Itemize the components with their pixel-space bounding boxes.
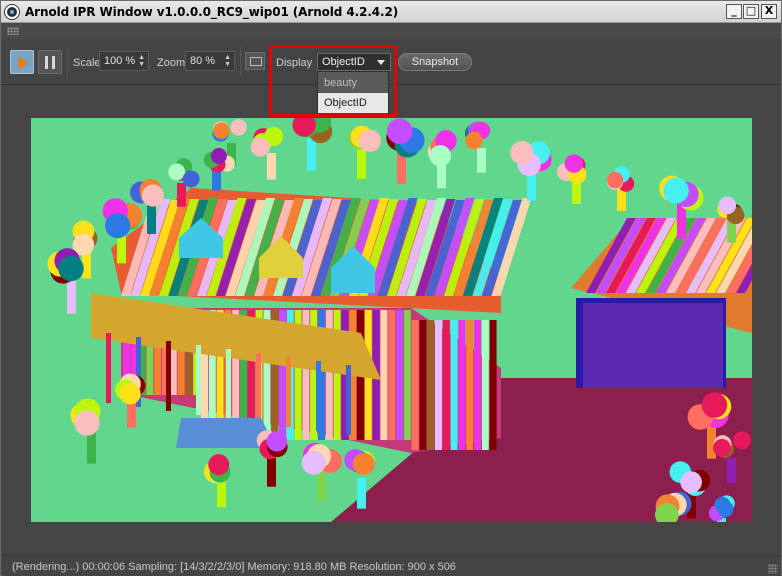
render-status-text: (Rendering...) 00:00:06 Sampling: [14/3/… xyxy=(12,561,456,573)
zoom-value: 80 % xyxy=(190,55,216,67)
snapshot-button[interactable]: Snapshot xyxy=(398,53,472,71)
arnold-logo-icon xyxy=(5,5,19,19)
resize-grip-icon[interactable] xyxy=(768,564,778,574)
window-title: Arnold IPR Window v1.0.0.0_RC9_wip01 (Ar… xyxy=(25,5,399,19)
display-select[interactable]: ObjectID xyxy=(317,53,391,71)
display-selected-value: ObjectID xyxy=(322,56,365,68)
display-region-icon[interactable] xyxy=(245,52,265,70)
scale-label: Scale xyxy=(73,57,101,69)
status-bar: (Rendering...) 00:00:06 Sampling: [14/3/… xyxy=(2,555,781,576)
minimize-button[interactable]: _ xyxy=(726,4,742,19)
play-icon xyxy=(18,56,29,70)
pause-icon-bar xyxy=(52,56,55,69)
title-bar[interactable]: Arnold IPR Window v1.0.0.0_RC9_wip01 (Ar… xyxy=(1,1,781,23)
drag-handle-icon[interactable] xyxy=(7,27,19,35)
display-option-beauty[interactable]: beauty xyxy=(318,73,388,93)
scale-value: 100 % xyxy=(104,55,136,67)
render-image xyxy=(31,118,752,522)
chevron-down-icon xyxy=(377,60,385,65)
pause-button[interactable] xyxy=(38,50,62,74)
zoom-label: Zoom xyxy=(157,57,186,69)
toolbar-grip-row xyxy=(1,23,781,39)
display-option-objectid[interactable]: ObjectID xyxy=(318,93,388,113)
arnold-ipr-window: Arnold IPR Window v1.0.0.0_RC9_wip01 (Ar… xyxy=(0,0,782,576)
stepper-arrows-icon[interactable]: ▲ ▼ xyxy=(224,54,231,68)
display-dropdown-menu: beauty ObjectID xyxy=(317,71,389,113)
play-button[interactable] xyxy=(10,50,34,74)
toolbar-separator xyxy=(67,47,68,77)
scale-stepper[interactable]: 100 % ▲ ▼ xyxy=(99,51,149,71)
close-button[interactable]: X xyxy=(761,4,777,19)
render-viewport[interactable] xyxy=(2,86,781,554)
zoom-stepper[interactable]: 80 % ▲ ▼ xyxy=(185,51,235,71)
pause-icon xyxy=(45,56,48,69)
stepper-arrows-icon[interactable]: ▲ ▼ xyxy=(138,54,145,68)
maximize-button[interactable]: □ xyxy=(743,4,759,19)
toolbar-separator xyxy=(240,47,241,77)
objectid-render xyxy=(47,118,752,522)
